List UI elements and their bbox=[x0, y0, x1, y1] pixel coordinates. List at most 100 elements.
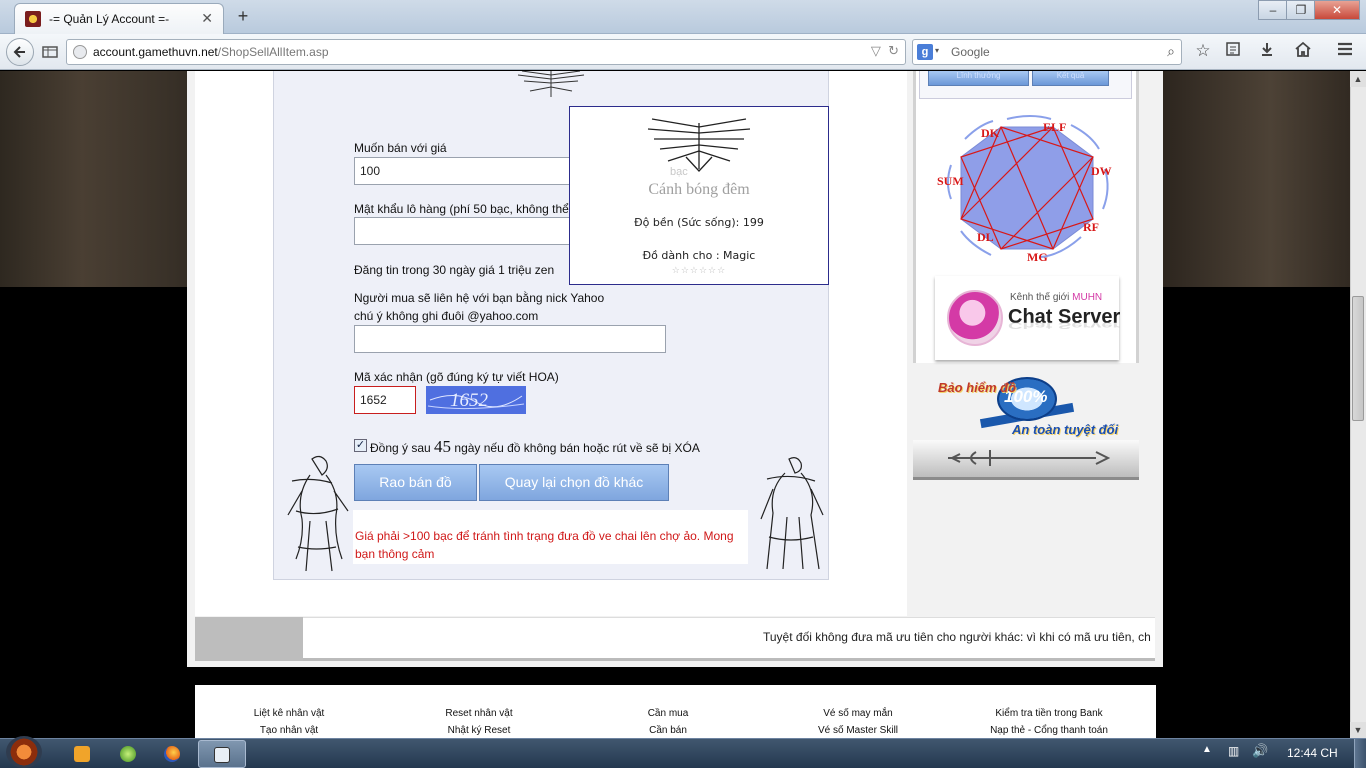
yahoo-info-line1: Người mua sẽ liên hệ với bạn bằng nick Y… bbox=[354, 291, 605, 305]
search-icon[interactable]: ⌕ bbox=[1167, 43, 1175, 60]
browser-tab[interactable]: -= Quản Lý Account =- ✕ bbox=[14, 3, 224, 34]
item-durability: Độ bền (Sức sống): 199 bbox=[634, 216, 764, 229]
spear-icon bbox=[948, 450, 1110, 466]
item-stars: ☆☆☆☆☆☆ bbox=[671, 265, 727, 275]
network-icon[interactable]: ▥ bbox=[1228, 744, 1239, 758]
url-bar[interactable]: account.gamethuvn.net/ShopSellAllItem.as… bbox=[66, 39, 906, 65]
search-placeholder: Google bbox=[951, 45, 990, 59]
back-arrow-icon bbox=[13, 46, 25, 58]
taskbar-utility-app[interactable] bbox=[108, 741, 148, 767]
chat-bubble-icon bbox=[947, 290, 1003, 346]
browser-navbar: account.gamethuvn.net/ShopSellAllItem.as… bbox=[0, 34, 1366, 70]
tab-close-icon[interactable]: ✕ bbox=[201, 10, 213, 27]
item-name: Cánh bóng đêm bbox=[648, 181, 750, 198]
site-favicon-icon bbox=[25, 11, 41, 27]
menu-icon[interactable] bbox=[1334, 41, 1356, 62]
history-grid-icon[interactable] bbox=[38, 40, 62, 64]
firefox-icon bbox=[164, 746, 180, 762]
scrollbar-thumb[interactable] bbox=[1352, 296, 1364, 421]
chat-world-label-b: MUHN bbox=[1072, 292, 1103, 303]
class-diagram[interactable]: DK ELF DW RF MG DL SUM bbox=[931, 109, 1122, 267]
system-clock[interactable]: 12:44 CH bbox=[1287, 746, 1338, 760]
scroll-down-arrow-icon[interactable]: ▼ bbox=[1350, 722, 1366, 738]
chat-world-label-a: Kênh thế giới bbox=[1010, 292, 1070, 303]
scroll-up-arrow-icon[interactable]: ▲ bbox=[1350, 71, 1366, 87]
url-actions: ▽ ↻ bbox=[871, 43, 899, 59]
warrior-right-image bbox=[760, 457, 824, 570]
agree-before: Đồng ý sau bbox=[370, 441, 431, 455]
wing-item-icon bbox=[517, 71, 585, 97]
footer-link-list-characters[interactable]: Liệt kê nhân vật bbox=[214, 708, 364, 719]
tab-title: -= Quản Lý Account =- bbox=[49, 12, 170, 26]
sell-item-button[interactable]: Rao bán đồ bbox=[354, 464, 477, 501]
class-rf: RF bbox=[1083, 220, 1099, 234]
choose-other-item-button[interactable]: Quay lại chọn đồ khác bbox=[479, 464, 669, 501]
reload-icon[interactable]: ↻ bbox=[888, 43, 899, 58]
sidebar-reward-button[interactable]: Lĩnh thưởng bbox=[928, 71, 1029, 86]
warrior-left-image bbox=[287, 455, 349, 572]
agree-text: Đồng ý sau 45 ngày nếu đồ không bán hoặc… bbox=[370, 437, 700, 457]
price-label: Muốn bán với giá bbox=[354, 141, 447, 155]
class-dk: DK bbox=[981, 126, 1000, 140]
footer-link-want-to-sell[interactable]: Cần bán bbox=[593, 725, 743, 736]
show-desktop-button[interactable] bbox=[1354, 739, 1366, 768]
taskbar-active-window[interactable] bbox=[198, 740, 246, 768]
class-sum: SUM bbox=[937, 174, 964, 188]
footer-link-want-to-buy[interactable]: Cần mua bbox=[593, 708, 743, 719]
utility-app-icon bbox=[120, 746, 136, 762]
price-unit-ghost: bạc bbox=[670, 166, 688, 178]
class-dl: DL bbox=[977, 230, 994, 244]
wing-item-icon bbox=[647, 118, 751, 172]
volume-icon[interactable]: 🔊 bbox=[1252, 743, 1268, 759]
dropdown-arrow-icon[interactable]: ▽ bbox=[871, 43, 881, 58]
url-text: account.gamethuvn.net/ShopSellAllItem.as… bbox=[93, 45, 329, 59]
window-icon bbox=[214, 747, 230, 763]
sidebar-result-button[interactable]: Kết quả bbox=[1032, 71, 1109, 86]
insurance-subtitle[interactable]: An toàn tuyệt đối bbox=[1012, 422, 1118, 437]
footer-link-create-character[interactable]: Tạo nhân vật bbox=[214, 725, 364, 736]
captcha-image: 1652 bbox=[426, 386, 526, 414]
url-domain: account.gamethuvn.net bbox=[93, 45, 218, 59]
footer-link-reset-character[interactable]: Reset nhân vật bbox=[404, 708, 554, 719]
price-note: Giá phải >100 bạc để tránh tình trạng đư… bbox=[353, 510, 748, 564]
item-class: Đồ dành cho : Magic bbox=[642, 249, 756, 262]
class-mg: MG bbox=[1027, 250, 1048, 264]
footer-link-check-bank[interactable]: Kiểm tra tiền trong Bank bbox=[974, 708, 1124, 719]
class-dw: DW bbox=[1091, 164, 1112, 178]
taskbar-media-player[interactable] bbox=[62, 741, 102, 767]
search-bar[interactable]: g ▾ Google ⌕ bbox=[912, 39, 1182, 65]
chat-server-reflection: Chat Server bbox=[1008, 320, 1121, 330]
google-engine-icon[interactable]: g bbox=[917, 44, 933, 60]
back-button[interactable] bbox=[6, 38, 34, 66]
taskbar-firefox[interactable] bbox=[152, 741, 192, 767]
footer-link-top-up[interactable]: Nạp thẻ - Cổng thanh toán bbox=[974, 725, 1124, 736]
yahoo-info-line2: chú ý không ghi đuôi @yahoo.com bbox=[354, 309, 539, 323]
url-path: /ShopSellAllItem.asp bbox=[217, 45, 329, 59]
media-player-icon bbox=[74, 746, 90, 762]
captcha-image-text: 1652 bbox=[450, 390, 489, 411]
bookmark-star-icon[interactable]: ☆ bbox=[1192, 41, 1214, 61]
downloads-icon[interactable] bbox=[1256, 41, 1278, 62]
window-minimize-button[interactable]: – bbox=[1258, 0, 1288, 20]
ticker-thumbnail bbox=[195, 617, 303, 661]
footer-link-lucky-lottery[interactable]: Vé số may mắn bbox=[783, 708, 933, 719]
footer-link-master-skill-lottery[interactable]: Vé số Master Skill bbox=[783, 725, 933, 736]
chat-world-label: Kênh thế giới MUHN bbox=[1010, 292, 1102, 303]
home-icon[interactable] bbox=[1292, 41, 1314, 62]
ticker-text: Tuyệt đối không đưa mã ưu tiên cho người… bbox=[763, 630, 1151, 644]
footer-link-reset-log[interactable]: Nhật ký Reset bbox=[404, 725, 554, 736]
browser-titlebar: -= Quản Lý Account =- ✕ + – ❐ ✕ bbox=[0, 0, 1366, 34]
start-button[interactable] bbox=[6, 736, 42, 768]
insurance-title[interactable]: Bảo hiểm đồ bbox=[938, 380, 1016, 395]
bookmarks-list-icon[interactable] bbox=[1222, 41, 1244, 62]
new-tab-button[interactable]: + bbox=[232, 6, 254, 27]
engine-dropdown-icon[interactable]: ▾ bbox=[935, 46, 939, 55]
agree-checkbox[interactable]: ✓ bbox=[354, 439, 367, 452]
captcha-input[interactable]: 1652 bbox=[354, 386, 416, 414]
globe-icon bbox=[73, 45, 87, 59]
window-close-button[interactable]: ✕ bbox=[1314, 0, 1360, 20]
tray-expand-icon[interactable]: ▲ bbox=[1202, 744, 1212, 755]
window-maximize-button[interactable]: ❐ bbox=[1286, 0, 1316, 20]
yahoo-nick-input[interactable] bbox=[354, 325, 666, 353]
class-elf: ELF bbox=[1043, 120, 1066, 134]
